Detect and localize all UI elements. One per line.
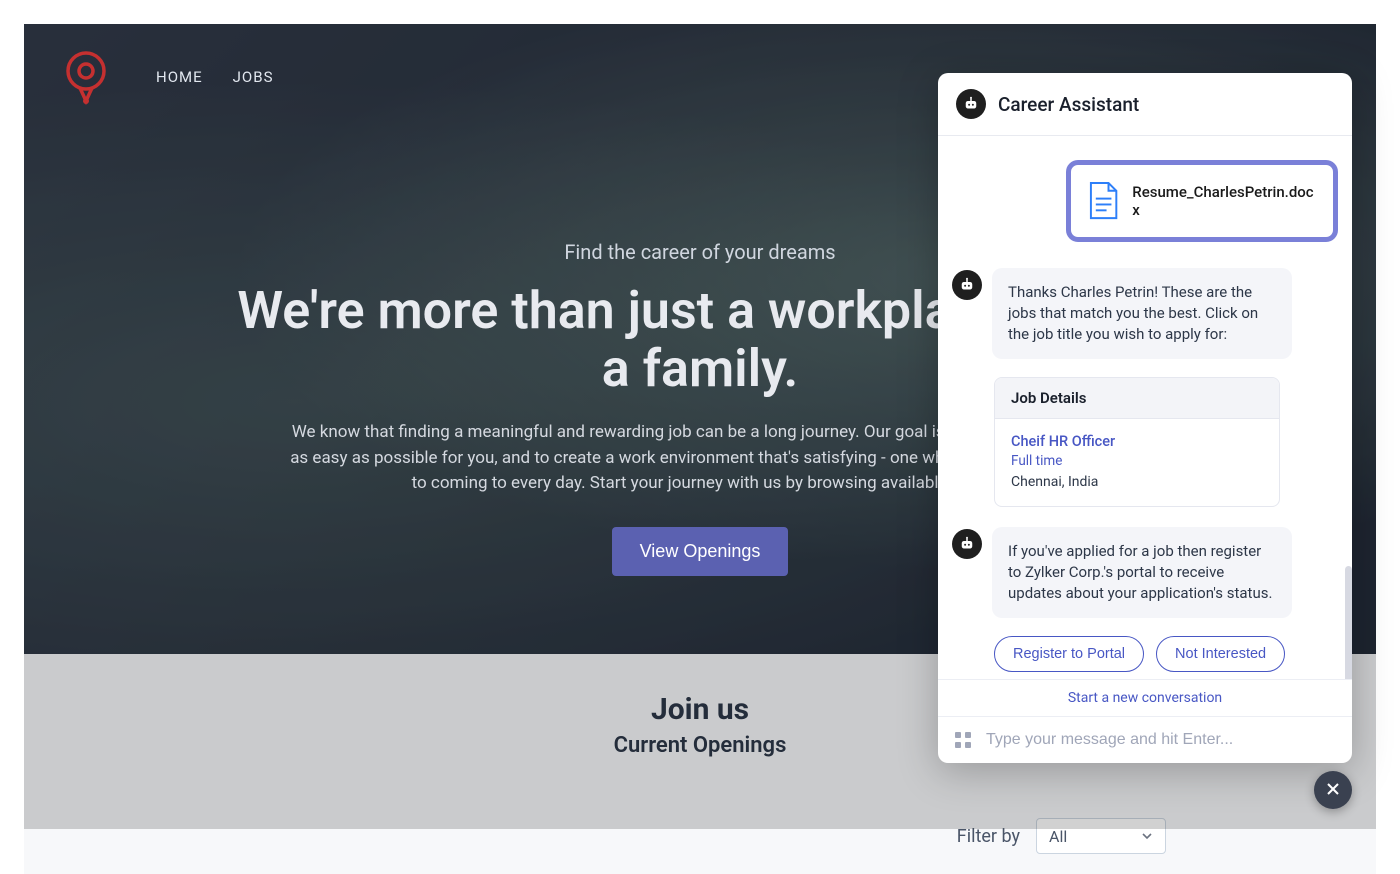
chat-header: Career Assistant <box>938 73 1352 136</box>
close-chat-button[interactable] <box>1314 771 1352 809</box>
job-details-header: Job Details <box>995 378 1279 419</box>
chevron-down-icon <box>1141 827 1153 846</box>
chat-body[interactable]: Resume_CharlesPetrin.docx Thanks Charles… <box>938 136 1352 679</box>
file-attachment[interactable]: Resume_CharlesPetrin.docx <box>1066 160 1338 242</box>
bot-avatar-icon <box>956 89 986 119</box>
chat-input-row <box>938 716 1352 763</box>
bot-avatar-icon <box>952 270 982 300</box>
job-details-card: Job Details Cheif HR Officer Full time C… <box>994 377 1280 507</box>
view-openings-button[interactable]: View Openings <box>612 527 789 576</box>
bot-message-text: Thanks Charles Petrin! These are the job… <box>992 268 1292 359</box>
chat-message-input[interactable] <box>986 731 1336 749</box>
register-to-portal-button[interactable]: Register to Portal <box>994 636 1144 672</box>
not-interested-button[interactable]: Not Interested <box>1156 636 1285 672</box>
chat-widget: Career Assistant Resume_CharlesPetrin.do… <box>938 73 1352 763</box>
nav-links: HOME JOBS <box>156 68 274 86</box>
filter-label: Filter by <box>957 826 1020 847</box>
start-new-conversation-link[interactable]: Start a new conversation <box>938 680 1352 716</box>
filter-row: Filter by All <box>957 818 1166 854</box>
chat-title: Career Assistant <box>998 93 1139 116</box>
bot-message-row: Thanks Charles Petrin! These are the job… <box>952 268 1338 359</box>
filter-value: All <box>1049 827 1067 846</box>
bot-message-row: If you've applied for a job then registe… <box>952 527 1338 618</box>
job-type: Full time <box>1011 452 1263 472</box>
bot-message-text: If you've applied for a job then registe… <box>992 527 1292 618</box>
document-icon <box>1087 181 1120 221</box>
chat-scrollbar[interactable] <box>1345 566 1352 679</box>
bot-avatar-icon <box>952 529 982 559</box>
company-logo-icon <box>60 48 112 106</box>
apps-grid-icon[interactable] <box>954 731 972 749</box>
nav-home[interactable]: HOME <box>156 68 203 86</box>
nav-jobs[interactable]: JOBS <box>233 68 274 86</box>
job-details-body: Cheif HR Officer Full time Chennai, Indi… <box>995 419 1279 506</box>
job-title-link[interactable]: Cheif HR Officer <box>1011 431 1263 452</box>
filter-select[interactable]: All <box>1036 818 1166 854</box>
action-buttons-row: Register to Portal Not Interested <box>994 636 1338 672</box>
job-location: Chennai, India <box>1011 472 1263 492</box>
uploaded-file-message: Resume_CharlesPetrin.docx <box>1066 160 1338 242</box>
file-name: Resume_CharlesPetrin.docx <box>1132 183 1317 219</box>
chat-footer: Start a new conversation <box>938 679 1352 763</box>
close-icon <box>1326 781 1340 800</box>
